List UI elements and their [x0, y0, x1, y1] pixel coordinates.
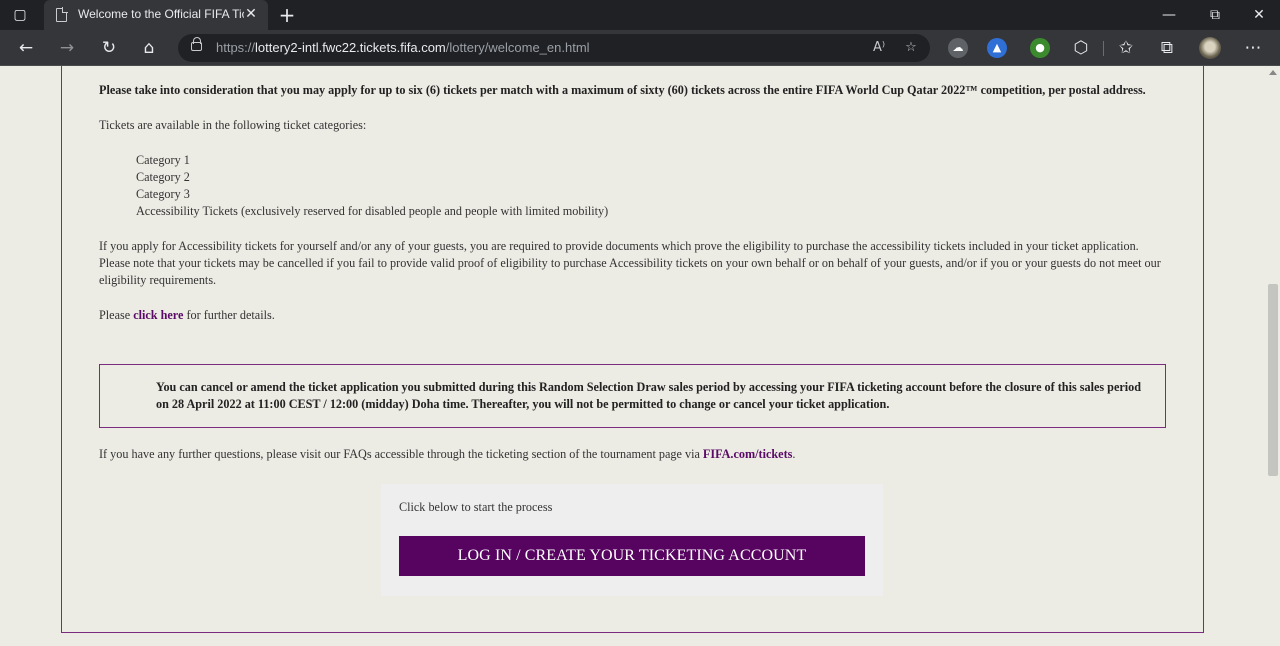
back-button[interactable]: ←	[14, 36, 38, 60]
refresh-button[interactable]: ↻	[97, 36, 121, 60]
ticket-categories-list: Category 1 Category 2 Category 3 Accessi…	[136, 152, 1169, 220]
lock-icon	[191, 37, 202, 51]
login-panel-label: Click below to start the process	[399, 500, 553, 514]
url-text[interactable]: https://lottery2-intl.fwc22.tickets.fifa…	[216, 40, 590, 55]
details-prefix: Please	[99, 308, 134, 322]
active-tab[interactable]: Welcome to the Official FIFA Tick ✕	[44, 0, 268, 30]
tab-bar: ▢ Welcome to the Official FIFA Tick ✕ + …	[0, 0, 1280, 30]
close-window-button[interactable]: ✕	[1247, 4, 1271, 26]
fifa-tickets-link[interactable]: FIFA.com/tickets	[703, 447, 792, 461]
new-tab-button[interactable]: +	[276, 3, 298, 27]
list-item: Category 3	[136, 187, 190, 201]
forward-button[interactable]: →	[55, 36, 79, 60]
cancellation-notice-text: You can cancel or amend the ticket appli…	[156, 380, 1142, 411]
click-here-link[interactable]: click here	[133, 308, 183, 322]
url-host: lottery2-intl.fwc22.tickets.fifa.com	[255, 40, 446, 55]
list-item: Accessibility Tickets (exclusively reser…	[136, 204, 609, 218]
collections-icon[interactable]: ⧉	[1155, 36, 1179, 60]
address-bar[interactable]: https://lottery2-intl.fwc22.tickets.fifa…	[178, 34, 930, 62]
cancellation-notice-box: You can cancel or amend the ticket appli…	[99, 364, 1166, 428]
home-button[interactable]: ⌂	[137, 36, 161, 60]
accessibility-info: If you apply for Accessibility tickets f…	[99, 239, 1161, 287]
read-aloud-icon[interactable]: A⁾	[868, 37, 890, 59]
extension-person-icon[interactable]: ▲	[987, 38, 1007, 58]
favorites-icon[interactable]: ✩	[1114, 36, 1138, 60]
minimize-button[interactable]: —	[1157, 4, 1181, 26]
browser-toolbar: ← → ↻ ⌂ https://lottery2-intl.fwc22.tick…	[0, 30, 1280, 66]
profile-avatar[interactable]	[1199, 37, 1221, 59]
faq-line: If you have any further questions, pleas…	[99, 446, 1169, 463]
toolbar-divider	[1103, 41, 1104, 56]
details-line: Please click here for further details.	[99, 307, 1169, 324]
tab-actions-icon[interactable]: ▢	[8, 5, 32, 25]
tab-close-icon[interactable]: ✕	[242, 5, 260, 23]
ticket-limit-notice: Please take into consideration that you …	[99, 83, 1146, 97]
categories-intro: Tickets are available in the following t…	[99, 118, 367, 132]
settings-menu-icon[interactable]: ⋯	[1241, 36, 1265, 60]
extension-globe-icon[interactable]: ●	[1030, 38, 1050, 58]
add-favorite-icon[interactable]: ☆	[900, 37, 922, 59]
list-item: Category 1	[136, 153, 190, 167]
scroll-up-arrow-icon[interactable]	[1269, 70, 1277, 75]
extensions-icon[interactable]: ⬡	[1069, 36, 1093, 60]
details-suffix: for further details.	[183, 308, 275, 322]
main-content: Please take into consideration that you …	[99, 82, 1169, 342]
login-panel: Click below to start the process LOG IN …	[381, 484, 883, 596]
extension-cloud-icon[interactable]: ☁	[948, 38, 968, 58]
login-create-account-button[interactable]: LOG IN / CREATE YOUR TICKETING ACCOUNT	[399, 536, 865, 576]
url-path: /lottery/welcome_en.html	[445, 40, 590, 55]
scrollbar-thumb[interactable]	[1268, 284, 1278, 476]
list-item: Category 2	[136, 170, 190, 184]
url-scheme: https://	[216, 40, 256, 55]
page-favicon-icon	[56, 7, 68, 22]
tab-title: Welcome to the Official FIFA Tick	[78, 7, 244, 21]
faq-text: If you have any further questions, pleas…	[99, 447, 703, 461]
faq-suffix: .	[792, 447, 796, 461]
restore-button[interactable]: ⧉	[1203, 4, 1227, 26]
